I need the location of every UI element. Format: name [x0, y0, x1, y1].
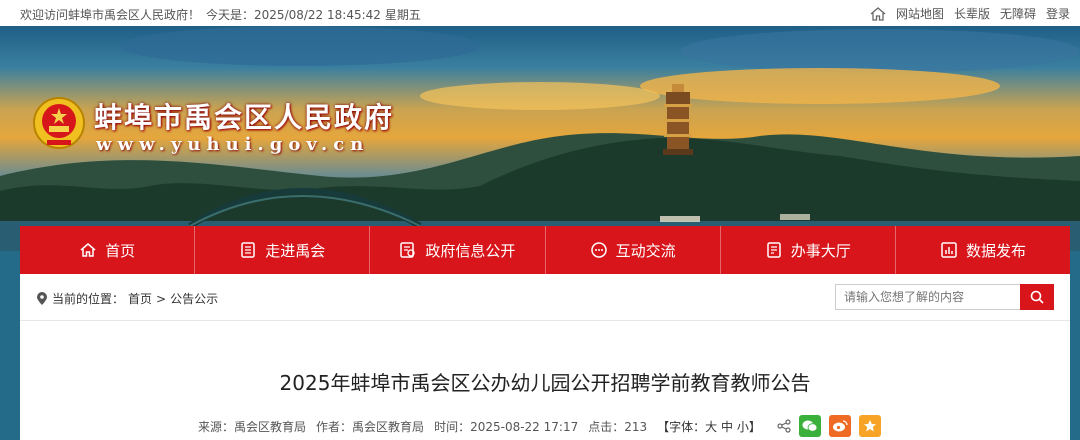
font-size-control: 【字体：大 中 小】: [657, 418, 761, 435]
breadcrumb-home-link[interactable]: 首页: [128, 290, 152, 307]
nav-label: 政府信息公开: [425, 241, 516, 260]
time-label: 时间：: [434, 419, 471, 434]
nav-item-interaction[interactable]: 互动交流: [546, 226, 721, 274]
clicks-label: 点击：: [588, 419, 625, 434]
clicks-meta: 点击：213: [588, 418, 647, 435]
nav-item-data-release[interactable]: 数据发布: [896, 226, 1070, 274]
share-icon[interactable]: [777, 419, 791, 433]
main-nav: 首页 走进禹会 政府信息公开 互动交流 办事大厅 数据发布: [20, 226, 1070, 274]
location-pin-icon: [37, 291, 47, 305]
weibo-share-icon[interactable]: [828, 415, 851, 437]
list-icon: [241, 242, 255, 258]
home-icon[interactable]: [870, 6, 886, 21]
source-label: 来源：: [198, 419, 235, 434]
breadcrumb-current-link[interactable]: 公告公示: [170, 290, 218, 307]
breadcrumb-prefix: 当前的位置：: [52, 292, 125, 306]
author-meta: 作者：禹会区教育局: [316, 418, 424, 435]
today-label: 今天是：: [206, 8, 255, 22]
accessibility-link[interactable]: 无障碍: [1000, 5, 1036, 22]
top-bar: 欢迎访问蚌埠市禹会区人民政府！ 今天是：2025/08/22 18:45:42 星期…: [0, 0, 1080, 26]
clicks-value: 213: [624, 419, 648, 434]
chart-icon: [941, 242, 957, 258]
nav-item-home[interactable]: 首页: [20, 226, 196, 274]
top-links: 网站地图 长辈版 无障碍 登录: [870, 5, 1070, 22]
login-link[interactable]: 登录: [1046, 5, 1070, 22]
site-title[interactable]: 蚌埠市禹会区人民政府: [94, 96, 394, 136]
greeting-text: 欢迎访问蚌埠市禹会区人民政府！: [20, 8, 201, 22]
national-emblem-logo[interactable]: [32, 96, 86, 150]
elder-version-link[interactable]: 长辈版: [954, 5, 990, 22]
nav-label: 首页: [105, 241, 136, 260]
nav-label: 互动交流: [615, 241, 676, 260]
time-value: 2025-08-22 17:17: [470, 419, 579, 434]
home-icon: [80, 243, 96, 257]
wechat-share-icon[interactable]: [798, 415, 821, 437]
chat-icon: [590, 242, 607, 258]
nav-label: 办事大厅: [790, 241, 851, 260]
nav-item-gov-info[interactable]: 政府信息公开: [370, 226, 546, 274]
search-button[interactable]: [1020, 284, 1054, 310]
sitemap-link[interactable]: 网站地图: [896, 5, 944, 22]
article-title: 2025年蚌埠市禹会区公办幼儿园公开招聘学前教育教师公告: [279, 371, 811, 395]
favorite-star-icon[interactable]: [858, 415, 881, 437]
font-large-button[interactable]: 大: [705, 420, 717, 434]
breadcrumb-separator: >: [156, 291, 167, 306]
author-label: 作者：: [316, 419, 353, 434]
author-value: 禹会区教育局: [352, 419, 425, 434]
search-input[interactable]: [835, 284, 1020, 310]
time-meta: 时间：2025-08-22 17:17: [434, 418, 578, 435]
source-meta: 来源：禹会区教育局: [198, 418, 306, 435]
nav-item-about[interactable]: 走进禹会: [195, 226, 371, 274]
font-size-label: 【字体：: [657, 419, 706, 434]
source-value: 禹会区教育局: [234, 419, 307, 434]
search-box: [835, 284, 1054, 310]
form-icon: [767, 242, 781, 258]
nav-item-service-hall[interactable]: 办事大厅: [721, 226, 896, 274]
site-url: www.yuhui.gov.cn: [96, 134, 370, 155]
font-size-bracket: 】: [748, 419, 761, 434]
greeting: 欢迎访问蚌埠市禹会区人民政府！ 今天是：2025/08/22 18:45:42 星期…: [20, 6, 427, 23]
breadcrumb: 当前的位置： 首页 > 公告公示: [36, 290, 218, 307]
font-medium-button[interactable]: 中: [721, 420, 733, 434]
article-meta: 来源：禹会区教育局 作者：禹会区教育局 时间：2025-08-22 17:17 …: [198, 415, 881, 437]
font-small-button[interactable]: 小: [737, 420, 749, 434]
current-datetime: 2025/08/22 18:45:42: [254, 8, 381, 22]
weekday: 星期五: [384, 8, 421, 22]
search-icon: [1030, 290, 1044, 304]
document-icon: [400, 242, 416, 258]
nav-label: 走进禹会: [265, 241, 326, 260]
nav-label: 数据发布: [965, 241, 1026, 260]
breadcrumb-bar: 当前的位置： 首页 > 公告公示: [20, 274, 1070, 321]
article-panel: 2025年蚌埠市禹会区公办幼儿园公开招聘学前教育教师公告 来源：禹会区教育局 作…: [20, 321, 1070, 440]
share-bar: [777, 415, 881, 437]
